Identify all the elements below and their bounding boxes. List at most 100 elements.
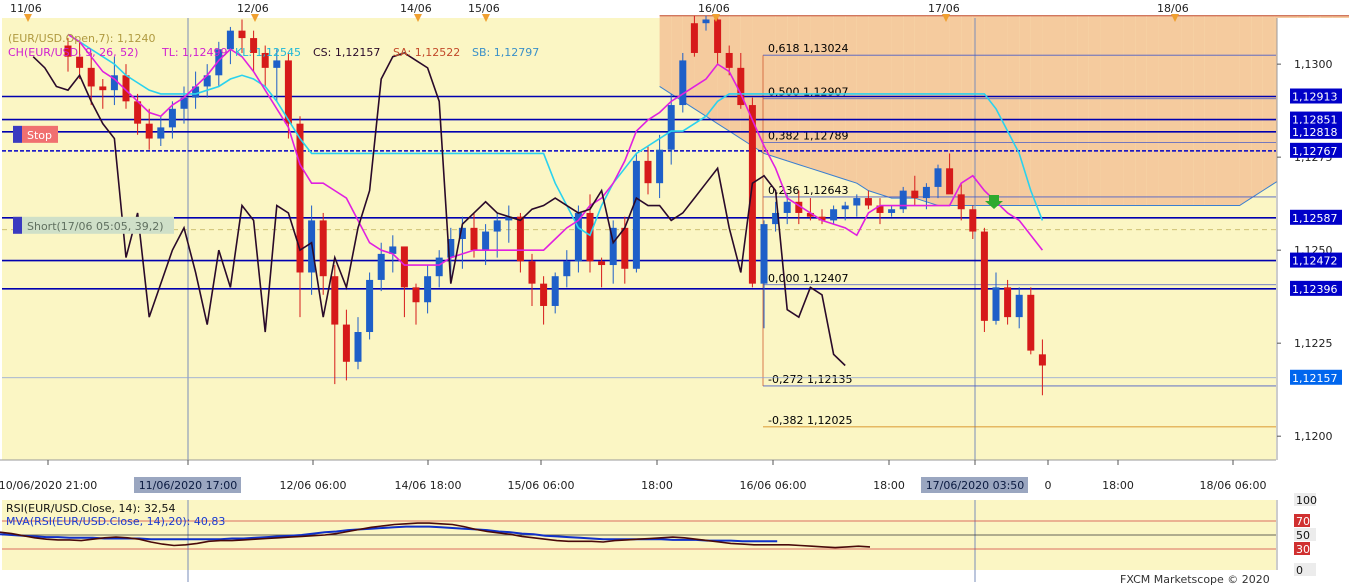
- candle-body: [598, 261, 606, 266]
- candle-body: [1027, 294, 1035, 351]
- candle-body: [667, 105, 675, 150]
- time-axis-label: 18:00: [873, 479, 905, 492]
- ichimoku-cloud-segment: [1030, 15, 1043, 206]
- ichimoku-legend-name: CH(EUR/USD, 9, 26, 52): [8, 46, 138, 59]
- ichimoku-cloud-segment: [1123, 15, 1136, 206]
- rsi-axis-tick-label: 0: [1296, 564, 1303, 577]
- candle-body: [992, 287, 1000, 321]
- candle-body: [238, 30, 246, 39]
- candle-body: [87, 67, 95, 87]
- ichimoku-cloud-segment: [868, 15, 880, 195]
- candle-body: [853, 198, 861, 206]
- candle-body: [435, 257, 443, 277]
- stop-marker-label: Stop: [27, 129, 52, 142]
- ichimoku-cloud-segment: [914, 15, 927, 202]
- ichimoku-cloud-segment: [1112, 15, 1124, 206]
- top-date-label: 17/06: [928, 2, 960, 15]
- candle-body: [899, 190, 907, 210]
- ichimoku-cloud-segment: [984, 15, 996, 206]
- rsi-axis-tick-label: 70: [1296, 515, 1310, 528]
- candle-body: [725, 52, 733, 68]
- ichimoku-cloud-segment: [1216, 15, 1228, 206]
- candle-body: [226, 30, 234, 50]
- price-chart[interactable]: 0,618 1,130240,500 1,129070,382 1,127890…: [0, 0, 1349, 588]
- candle-body: [586, 212, 594, 262]
- ichimoku-cloud-segment: [1239, 15, 1252, 206]
- candle-body: [528, 261, 536, 284]
- fibonacci-level-label: 0,618 1,13024: [768, 42, 848, 55]
- ichimoku-cloud-segment: [1146, 15, 1159, 206]
- candle-body: [319, 220, 327, 277]
- time-axis-label: 18:00: [641, 479, 673, 492]
- candle-body: [342, 324, 350, 362]
- ichimoku-cloud-segment: [845, 15, 857, 184]
- ichimoku-cloud-segment: [1251, 15, 1263, 199]
- candle-body: [632, 160, 640, 269]
- price-axis: [1277, 18, 1349, 460]
- short-marker-label: Short(17/06 05:05, 39,2): [27, 220, 164, 233]
- fibonacci-level-label: -0,382 1,12025: [768, 414, 852, 427]
- candle-body: [760, 224, 768, 284]
- ichimoku-cloud-segment: [1007, 15, 1020, 206]
- ichimoku-cloud-segment: [1204, 15, 1217, 206]
- level-price-tag-label: 1,12472: [1292, 255, 1338, 268]
- candle-body: [644, 160, 652, 184]
- rsi-axis-tick-label: 100: [1296, 494, 1317, 507]
- tenkan-legend-value: TL: 1,12499: [161, 46, 228, 59]
- top-date-label: 16/06: [698, 2, 730, 15]
- time-axis-label: 14/06 18:00: [395, 479, 462, 492]
- time-axis-label: 15/06 06:00: [508, 479, 575, 492]
- ichimoku-cloud-segment: [1193, 15, 1205, 206]
- candle-body: [540, 283, 548, 306]
- candle-body: [621, 227, 629, 269]
- candle-body: [493, 220, 501, 232]
- candle-body: [690, 23, 698, 53]
- ichimoku-cloud-segment: [1042, 15, 1054, 206]
- candle-body: [911, 190, 919, 199]
- ichimoku-cloud-segment: [880, 15, 892, 199]
- candle-body: [888, 209, 896, 213]
- candle-body: [702, 19, 710, 24]
- rsi-mva-legend: MVA(RSI(EUR/USD.Close, 14),20): 40,83: [6, 515, 225, 528]
- price-axis-tick-label: 1,1225: [1294, 337, 1333, 350]
- ichimoku-cloud-segment: [1088, 15, 1101, 206]
- top-date-label: 12/06: [237, 2, 269, 15]
- candle-body: [273, 60, 281, 68]
- ichimoku-cloud-segment: [1135, 15, 1147, 206]
- candle-body: [934, 168, 942, 187]
- time-axis-label: 0: [1045, 479, 1052, 492]
- candle-body: [551, 276, 559, 306]
- kijun-legend-value: KL: 1,12545: [235, 46, 301, 59]
- ichimoku-cloud-segment: [903, 15, 915, 199]
- time-axis-label-highlight: 17/06/2020 03:50: [926, 479, 1025, 492]
- level-price-tag-label: 1,12767: [1292, 145, 1338, 158]
- time-axis-label-highlight: 11/06/2020 17:00: [139, 479, 238, 492]
- ichimoku-cloud-segment: [1054, 15, 1066, 206]
- candle-body: [366, 279, 374, 333]
- level-price-tag-label: 1,12818: [1292, 126, 1338, 139]
- time-axis-label: 12/06 06:00: [280, 479, 347, 492]
- ichimoku-cloud-segment: [1019, 15, 1031, 206]
- candle-body: [922, 186, 930, 199]
- candle-body: [284, 60, 292, 124]
- candle-body: [783, 201, 791, 213]
- level-price-tag-label: 1,12587: [1292, 212, 1338, 225]
- candle-body: [157, 127, 165, 139]
- level-price-tag-label: 1,12913: [1292, 91, 1338, 104]
- candle-body: [99, 86, 107, 91]
- candle-body: [864, 198, 872, 206]
- fibonacci-level-label: -0,272 1,12135: [768, 373, 852, 386]
- candle-body: [1004, 287, 1012, 318]
- ichimoku-cloud-segment: [1228, 15, 1240, 206]
- ichimoku-cloud-segment: [1100, 15, 1112, 206]
- candle-body: [354, 332, 362, 362]
- candle-body: [656, 149, 664, 184]
- time-axis-label: 18:00: [1102, 479, 1134, 492]
- candle-body: [714, 19, 722, 53]
- ichimoku-cloud-segment: [1170, 15, 1182, 206]
- top-date-label: 11/06: [10, 2, 42, 15]
- top-date-label: 14/06: [400, 2, 432, 15]
- candle-body: [145, 123, 153, 139]
- ichimoku-cloud-segment: [659, 15, 672, 94]
- candle-body: [679, 60, 687, 106]
